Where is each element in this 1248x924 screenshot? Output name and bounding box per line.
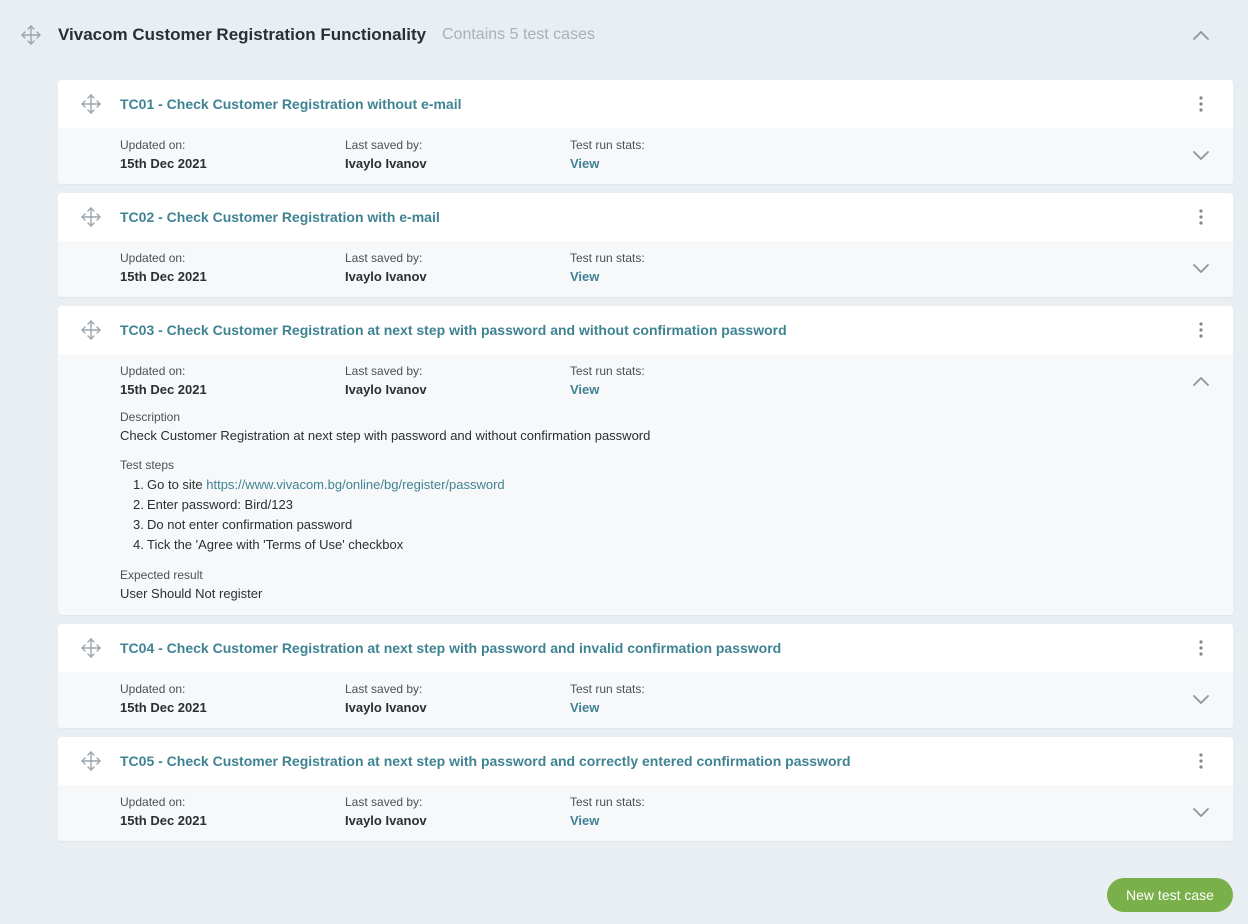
test-case-title[interactable]: TC02 - Check Customer Registration with … <box>120 209 440 225</box>
step-text: Do not enter confirmation password <box>147 517 353 532</box>
view-stats-link[interactable]: View <box>570 699 599 717</box>
step-text: Go to site <box>147 477 207 492</box>
updated-on-value: 15th Dec 2021 <box>120 269 207 284</box>
expected-result-text: User Should Not register <box>120 586 263 601</box>
kebab-menu-icon[interactable] <box>1194 751 1208 771</box>
test-case-header: TC02 - Check Customer Registration with … <box>58 193 1233 241</box>
test-case-card: TC03 - Check Customer Registration at ne… <box>58 306 1233 615</box>
move-arrows-icon[interactable] <box>80 206 102 228</box>
last-saved-by-label: Last saved by: <box>345 364 423 378</box>
test-case-details: Description Check Customer Registration … <box>120 410 1233 603</box>
updated-on-value: 15th Dec 2021 <box>120 156 207 171</box>
chevron-down-icon[interactable] <box>1190 145 1212 165</box>
kebab-menu-icon[interactable] <box>1194 207 1208 227</box>
test-case-card: TC04 - Check Customer Registration at ne… <box>58 624 1233 728</box>
move-arrows-icon[interactable] <box>80 637 102 659</box>
move-arrows-icon[interactable] <box>80 93 102 115</box>
test-run-stats-label: Test run stats: <box>570 795 645 809</box>
step-number: 2. <box>133 497 144 512</box>
step-link[interactable]: https://www.vivacom.bg/online/bg/registe… <box>206 477 504 492</box>
chevron-up-icon[interactable] <box>1190 25 1212 45</box>
test-case-card: TC05 - Check Customer Registration at ne… <box>58 737 1233 841</box>
test-step: 2. Enter password: Bird/123 <box>120 495 1233 515</box>
test-step: 4. Tick the 'Agree with 'Terms of Use' ch… <box>120 535 1233 555</box>
updated-on-label: Updated on: <box>120 138 186 152</box>
step-number: 4. <box>133 537 144 552</box>
step-number: 1. <box>133 477 144 492</box>
last-saved-by-label: Last saved by: <box>345 251 423 265</box>
move-arrows-icon[interactable] <box>80 750 102 772</box>
test-case-header: TC01 - Check Customer Registration witho… <box>58 80 1233 128</box>
test-step: 3. Do not enter confirmation password <box>120 515 1233 535</box>
test-case-header: TC04 - Check Customer Registration at ne… <box>58 624 1233 672</box>
updated-on-label: Updated on: <box>120 364 186 378</box>
test-case-title[interactable]: TC03 - Check Customer Registration at ne… <box>120 322 787 338</box>
chevron-down-icon[interactable] <box>1190 802 1212 822</box>
expected-result-label: Expected result <box>120 568 203 582</box>
test-case-title[interactable]: TC01 - Check Customer Registration witho… <box>120 96 462 112</box>
last-saved-by-value: Ivaylo Ivanov <box>345 156 427 171</box>
test-case-title[interactable]: TC05 - Check Customer Registration at ne… <box>120 753 851 769</box>
new-test-case-button[interactable]: New test case <box>1107 878 1233 912</box>
test-case-body: Updated on: 15th Dec 2021 Last saved by: I… <box>58 672 1233 728</box>
updated-on-value: 15th Dec 2021 <box>120 382 207 397</box>
test-steps-label: Test steps <box>120 458 175 472</box>
test-run-stats-label: Test run stats: <box>570 251 645 265</box>
test-case-body: Updated on: 15th Dec 2021 Last saved by: I… <box>58 128 1233 184</box>
test-case-title[interactable]: TC04 - Check Customer Registration at ne… <box>120 640 781 656</box>
view-stats-link[interactable]: View <box>570 381 599 399</box>
last-saved-by-value: Ivaylo Ivanov <box>345 813 427 828</box>
test-steps-list: 1. Go to site https://www.vivacom.bg/onli… <box>120 475 1233 555</box>
test-case-header: TC05 - Check Customer Registration at ne… <box>58 737 1233 785</box>
updated-on-value: 15th Dec 2021 <box>120 813 207 828</box>
suite-header: Vivacom Customer Registration Functional… <box>0 0 1248 70</box>
move-arrows-icon[interactable] <box>20 24 42 46</box>
last-saved-by-label: Last saved by: <box>345 682 423 696</box>
suite-title: Vivacom Customer Registration Functional… <box>58 25 427 44</box>
description-label: Description <box>120 410 181 424</box>
updated-on-label: Updated on: <box>120 682 186 696</box>
last-saved-by-value: Ivaylo Ivanov <box>345 382 427 397</box>
chevron-up-icon[interactable] <box>1190 371 1212 391</box>
test-run-stats-label: Test run stats: <box>570 138 645 152</box>
test-case-body: Updated on: 15th Dec 2021 Last saved by: I… <box>58 785 1233 841</box>
kebab-menu-icon[interactable] <box>1194 320 1208 340</box>
step-number: 3. <box>133 517 144 532</box>
move-arrows-icon[interactable] <box>80 319 102 341</box>
updated-on-value: 15th Dec 2021 <box>120 700 207 715</box>
test-step: 1. Go to site https://www.vivacom.bg/onli… <box>120 475 1233 495</box>
last-saved-by-value: Ivaylo Ivanov <box>345 700 427 715</box>
test-case-card: TC01 - Check Customer Registration witho… <box>58 80 1233 184</box>
description-text: Check Customer Registration at next step… <box>120 428 651 443</box>
view-stats-link[interactable]: View <box>570 812 599 830</box>
chevron-down-icon[interactable] <box>1190 689 1212 709</box>
test-case-list: TC01 - Check Customer Registration witho… <box>58 80 1233 850</box>
chevron-down-icon[interactable] <box>1190 258 1212 278</box>
suite-test-case-count: Contains 5 test cases <box>442 26 595 43</box>
test-case-body: Updated on: 15th Dec 2021 Last saved by: I… <box>58 241 1233 297</box>
step-text: Tick the 'Agree with 'Terms of Use' chec… <box>147 537 404 552</box>
test-run-stats-label: Test run stats: <box>570 682 645 696</box>
test-case-header: TC03 - Check Customer Registration at ne… <box>58 306 1233 354</box>
test-case-card: TC02 - Check Customer Registration with … <box>58 193 1233 297</box>
view-stats-link[interactable]: View <box>570 268 599 286</box>
last-saved-by-label: Last saved by: <box>345 795 423 809</box>
step-text: Enter password: Bird/123 <box>147 497 293 512</box>
view-stats-link[interactable]: View <box>570 155 599 173</box>
updated-on-label: Updated on: <box>120 251 186 265</box>
last-saved-by-label: Last saved by: <box>345 138 423 152</box>
kebab-menu-icon[interactable] <box>1194 94 1208 114</box>
test-case-body: Updated on: 15th Dec 2021 Last saved by: I… <box>58 354 1233 615</box>
kebab-menu-icon[interactable] <box>1194 638 1208 658</box>
last-saved-by-value: Ivaylo Ivanov <box>345 269 427 284</box>
updated-on-label: Updated on: <box>120 795 186 809</box>
test-run-stats-label: Test run stats: <box>570 364 645 378</box>
